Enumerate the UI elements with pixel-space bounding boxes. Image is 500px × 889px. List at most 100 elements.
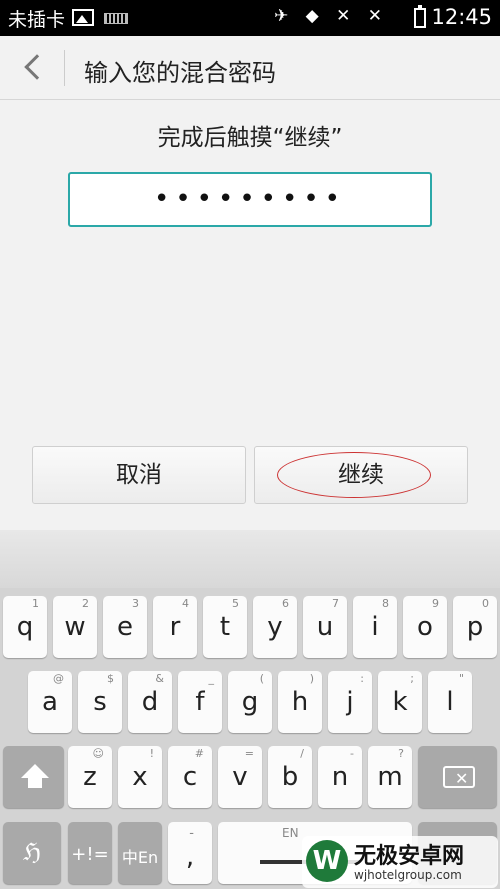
backspace-key[interactable]: ✕	[418, 746, 497, 808]
key-i[interactable]: 8i	[353, 596, 397, 658]
key-r[interactable]: 4r	[153, 596, 197, 658]
key-hint: ;	[410, 672, 414, 685]
key-y[interactable]: 6y	[253, 596, 297, 658]
key-hint: ☺	[92, 747, 104, 760]
key-label: e	[117, 612, 133, 642]
key-k[interactable]: ; k	[378, 671, 422, 733]
back-button[interactable]	[20, 52, 50, 84]
key-label: z	[83, 762, 97, 792]
key-label: d	[141, 687, 159, 717]
key-n[interactable]: -n	[318, 746, 362, 808]
key-p[interactable]: 0p	[453, 596, 497, 658]
language-label: 中En	[121, 848, 159, 867]
key-label: v	[232, 762, 248, 792]
key-hint: (	[259, 672, 264, 685]
key-label: g	[241, 687, 259, 717]
password-input[interactable]: •••••••••	[68, 172, 432, 227]
keyboard-icon	[104, 13, 128, 24]
key-hint: 7	[332, 597, 339, 610]
chevron-left-icon	[24, 54, 50, 80]
key-hint: :	[360, 672, 364, 685]
key-label: w	[64, 612, 86, 642]
key-hint: &	[155, 672, 164, 685]
key-hint: #	[194, 747, 204, 760]
key-label: a	[42, 687, 58, 717]
key-hint: -	[350, 747, 354, 760]
key-w[interactable]: 2w	[53, 596, 97, 658]
shift-arrow-icon	[21, 764, 49, 778]
key-label: h	[291, 687, 309, 717]
shift-key[interactable]	[3, 746, 64, 808]
handwriting-icon: ℌ	[22, 838, 42, 866]
screen: 未插卡 ✈ ◆ ✕ ✕ 12:45 输入您的混合密码 完成后触摸“继续” •••…	[0, 0, 500, 889]
key-f[interactable]: _ f	[178, 671, 222, 733]
key-label: q	[16, 612, 34, 642]
key-hint: )	[309, 672, 314, 685]
cancel-button[interactable]: 取消	[32, 446, 246, 504]
header-divider	[64, 50, 65, 86]
key-b[interactable]: / b	[268, 746, 312, 808]
carrier-text: 未插卡	[8, 9, 66, 31]
key-hint: 0	[482, 597, 489, 610]
key-hint: 5	[232, 597, 239, 610]
key-label: c	[182, 762, 198, 792]
key-label: k	[392, 687, 408, 717]
key-hint: 1	[32, 597, 39, 610]
key-h[interactable]: ) h	[278, 671, 322, 733]
key-z[interactable]: ☺ z	[68, 746, 112, 808]
shift-stem-icon	[28, 777, 42, 788]
continue-button[interactable]: 继续	[254, 446, 468, 504]
key-t[interactable]: 5t	[203, 596, 247, 658]
key-label: u	[316, 612, 334, 642]
watermark: W 无极安卓网 wjhotelgroup.com	[302, 836, 498, 888]
key-label: n	[331, 762, 349, 792]
language-key[interactable]: 中En	[118, 822, 162, 884]
highlight-oval	[277, 452, 431, 498]
key-label: m	[377, 762, 403, 792]
key-d[interactable]: & d	[128, 671, 172, 733]
key-label: b	[281, 762, 299, 792]
key-label: j	[346, 687, 354, 717]
key-c[interactable]: # c	[168, 746, 212, 808]
key-l[interactable]: " l	[428, 671, 472, 733]
backspace-icon: ✕	[443, 766, 475, 788]
key-label: p	[466, 612, 484, 642]
key-o[interactable]: 9o	[403, 596, 447, 658]
key-label: s	[93, 687, 107, 717]
signal-icons: ✈ ◆ ✕ ✕	[273, 6, 388, 26]
key-hint: 4	[182, 597, 189, 610]
key-g[interactable]: (g	[228, 671, 272, 733]
key-s[interactable]: $ s	[78, 671, 122, 733]
symbols-key[interactable]: +!=	[68, 822, 112, 884]
key-j[interactable]: :j	[328, 671, 372, 733]
key-hint: 3	[132, 597, 139, 610]
key-label: t	[219, 612, 231, 642]
comma-hint: -	[189, 826, 194, 841]
key-hint: !	[149, 747, 154, 760]
watermark-logo-icon: W	[306, 840, 348, 882]
key-hint: "	[458, 672, 464, 685]
key-x[interactable]: ! x	[118, 746, 162, 808]
key-hint: 9	[432, 597, 439, 610]
clock: 12:45	[431, 5, 492, 29]
key-hint: ?	[398, 747, 404, 760]
watermark-url: wjhotelgroup.com	[354, 868, 462, 882]
key-label: r	[169, 612, 181, 642]
key-hint: 8	[382, 597, 389, 610]
battery-icon	[414, 5, 426, 28]
handwriting-key[interactable]: ℌ	[3, 822, 61, 884]
key-u[interactable]: 7u	[303, 596, 347, 658]
key-m[interactable]: ? m	[368, 746, 412, 808]
key-v[interactable]: = v	[218, 746, 262, 808]
key-e[interactable]: 3e	[103, 596, 147, 658]
key-label: x	[132, 762, 148, 792]
image-icon	[72, 9, 94, 26]
key-a[interactable]: @ a	[28, 671, 72, 733]
symbols-label: +!=	[71, 844, 109, 865]
key-hint: $	[107, 672, 114, 685]
comma-key[interactable]: - ,	[168, 822, 212, 884]
keyboard-candidate-bar	[0, 530, 500, 588]
key-q[interactable]: 1q	[3, 596, 47, 658]
key-hint: @	[53, 672, 64, 685]
key-hint: /	[300, 747, 304, 760]
